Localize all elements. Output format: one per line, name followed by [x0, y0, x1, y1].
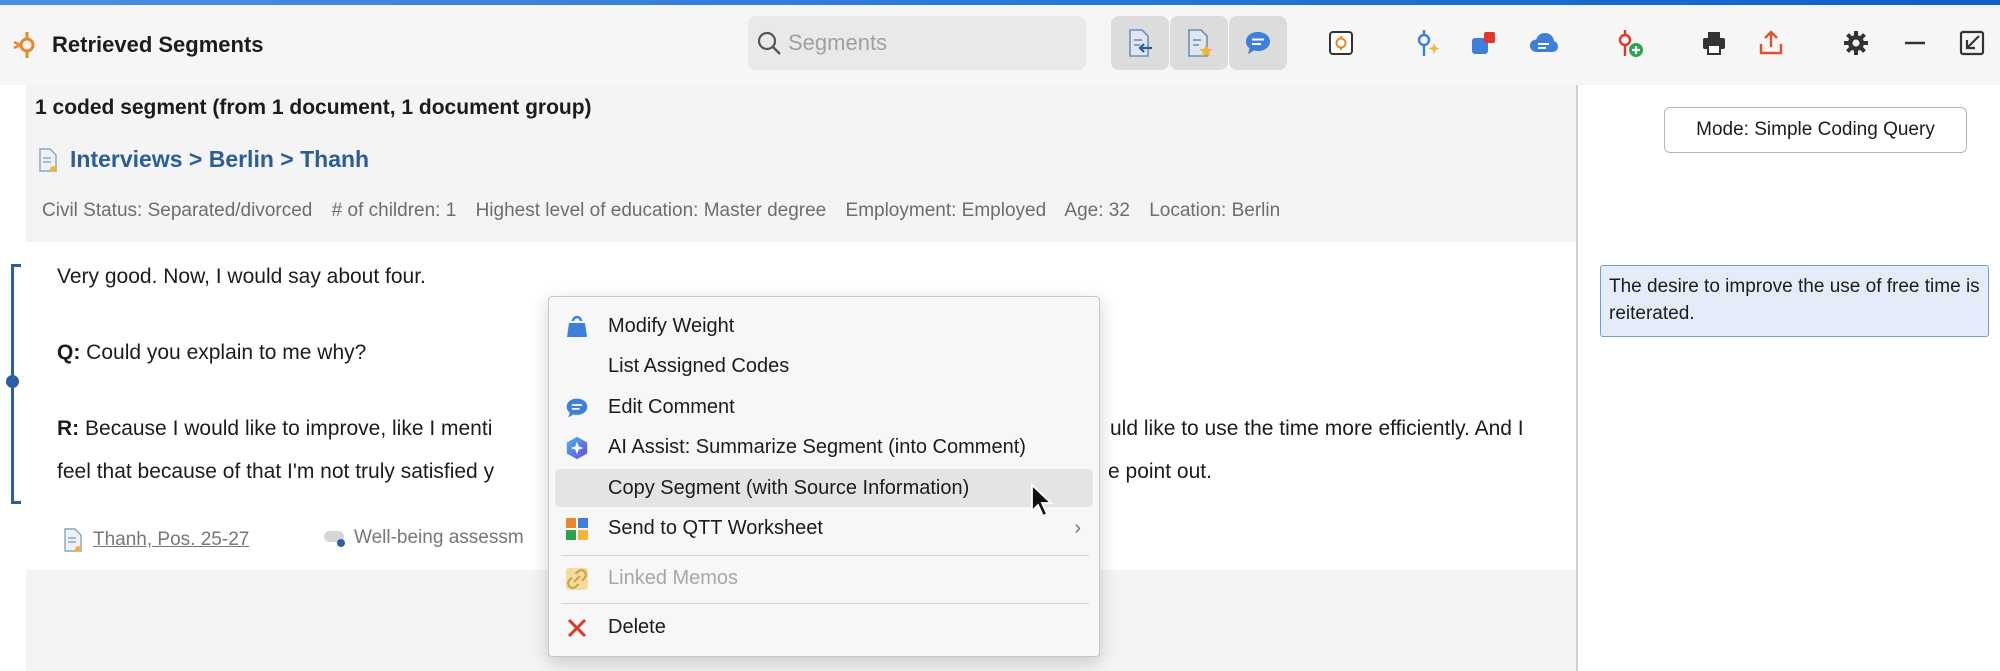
code-tag-icon	[324, 531, 345, 547]
segment-source-link[interactable]: Thanh, Pos. 25-27	[93, 529, 249, 551]
response-text-right: uld like to use the time more efficientl…	[1110, 417, 1524, 440]
variable-age: Age: 32	[1064, 200, 1130, 221]
segment-question: Q: Could you explain to me why?	[57, 341, 366, 365]
print-button[interactable]	[1685, 16, 1743, 70]
menu-item-ai-assist-summarize[interactable]: AI Assist: Summarize Segment (into Comme…	[555, 428, 1093, 466]
menu-item-linked-memos: Linked Memos	[555, 559, 1093, 597]
menu-separator	[561, 555, 1089, 556]
qtt-icon	[565, 517, 589, 541]
search-box[interactable]	[748, 16, 1086, 70]
app-icon	[1329, 31, 1353, 55]
code-add-icon	[1618, 30, 1643, 57]
context-menu: Modify Weight List Assigned Codes Edit C…	[548, 296, 1100, 657]
delete-icon	[565, 616, 589, 640]
document-icon	[64, 528, 82, 552]
response-label: R:	[57, 417, 80, 440]
code-add-button[interactable]	[1600, 16, 1658, 70]
segment-line-1: Very good. Now, I would say about four.	[57, 265, 426, 288]
comment-icon	[1246, 32, 1270, 54]
toolbar: Retrieved Segments	[0, 5, 2000, 85]
comment-button[interactable]	[1229, 16, 1287, 70]
restore-icon	[1959, 30, 1985, 56]
document-path[interactable]: Interviews > Berlin > Thanh	[38, 146, 369, 173]
restore-button[interactable]	[1943, 16, 2000, 70]
chevron-right-icon: ›	[1074, 516, 1081, 539]
menu-item-list-assigned-codes[interactable]: List Assigned Codes	[555, 347, 1093, 385]
search-icon	[757, 31, 781, 55]
comment-icon	[565, 396, 589, 420]
menu-separator	[561, 603, 1089, 604]
variable-employment: Employment: Employed	[845, 200, 1047, 221]
menu-item-label: Edit Comment	[608, 395, 735, 418]
comments-pane	[1578, 85, 2000, 671]
question-label: Q:	[57, 341, 81, 364]
segment-response-line-2: feel that because of that I'm not truly …	[57, 460, 495, 483]
segment-bracket-bottom	[11, 501, 21, 504]
menu-item-label: Copy Segment (with Source Information)	[608, 476, 970, 499]
menu-item-label: Send to QTT Worksheet	[608, 516, 823, 539]
menu-item-label: List Assigned Codes	[608, 354, 790, 377]
cloud-button[interactable]	[1515, 16, 1573, 70]
segment-summary: 1 coded segment (from 1 document, 1 docu…	[35, 96, 592, 119]
search-input[interactable]	[788, 30, 1068, 56]
doc-arrow-icon	[1129, 29, 1152, 57]
menu-item-send-to-qtt[interactable]: Send to QTT Worksheet ›	[555, 509, 1093, 547]
print-icon	[1703, 32, 1725, 55]
variable-children: # of children: 1	[331, 200, 457, 221]
menu-item-delete[interactable]: Delete	[555, 608, 1093, 646]
segment-code[interactable]: Well-being assessm	[322, 527, 524, 549]
segment-source[interactable]: Thanh, Pos. 25-27	[63, 527, 249, 553]
segment-response-line-1: R: Because I would like to improve, like…	[57, 417, 492, 441]
segment-comment-marker[interactable]	[6, 375, 19, 388]
document-icon	[39, 147, 57, 172]
response-text-left: Because I would like to improve, like I …	[85, 417, 493, 440]
code-square-icon	[1472, 32, 1495, 54]
document-path-text[interactable]: Interviews > Berlin > Thanh	[70, 146, 369, 173]
segment-bracket-top	[11, 264, 21, 267]
question-text: Could you explain to me why?	[86, 341, 367, 364]
document-variables: Civil Status: Separated/divorced # of ch…	[42, 200, 1294, 222]
mouse-cursor-icon	[1031, 483, 1054, 518]
doc-star-button[interactable]	[1170, 16, 1228, 70]
menu-item-label: Modify Weight	[608, 314, 735, 337]
segment-code-label: Well-being assessm	[354, 527, 524, 548]
variable-civil-status: Civil Status: Separated/divorced	[42, 200, 313, 221]
minimize-icon	[1905, 41, 1925, 45]
variable-location: Location: Berlin	[1149, 200, 1281, 221]
cloud-icon	[1530, 33, 1558, 52]
app-button[interactable]	[1312, 16, 1370, 70]
variable-education: Highest level of education: Master degre…	[475, 200, 827, 221]
settings-button[interactable]	[1827, 16, 1885, 70]
minimize-button[interactable]	[1886, 16, 1944, 70]
code-sparkle-icon	[1417, 30, 1440, 56]
ai-assist-icon	[565, 436, 589, 460]
doc-arrow-button[interactable]	[1111, 16, 1169, 70]
link-icon	[565, 567, 589, 591]
gear-icon	[1844, 31, 1868, 55]
code-sparkle-button[interactable]	[1398, 16, 1456, 70]
menu-item-label: AI Assist: Summarize Segment (into Comme…	[608, 435, 1026, 458]
code-square-button[interactable]	[1455, 16, 1513, 70]
weight-icon	[565, 315, 589, 339]
menu-item-edit-comment[interactable]: Edit Comment	[555, 388, 1093, 426]
menu-item-label: Delete	[608, 615, 666, 638]
segment-comment[interactable]: The desire to improve the use of free ti…	[1600, 265, 1989, 337]
window-title: Retrieved Segments	[12, 27, 264, 63]
window-title-text: Retrieved Segments	[52, 32, 264, 57]
menu-item-modify-weight[interactable]: Modify Weight	[555, 307, 1093, 345]
mode-button[interactable]: Mode: Simple Coding Query	[1664, 107, 1967, 153]
menu-item-label: Linked Memos	[608, 566, 739, 589]
export-button[interactable]	[1742, 16, 1800, 70]
segment-response-line-2-end: e point out.	[1108, 460, 1212, 483]
export-icon	[1759, 30, 1783, 55]
doc-star-icon	[1188, 29, 1213, 57]
retrieved-segments-icon	[13, 32, 35, 58]
menu-item-copy-segment[interactable]: Copy Segment (with Source Information)	[555, 469, 1093, 507]
